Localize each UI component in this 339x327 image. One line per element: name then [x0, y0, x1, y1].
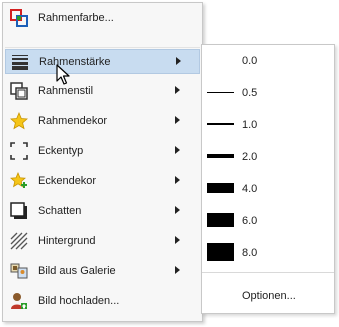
frame-style-icon	[10, 82, 28, 100]
line-sample-icon	[207, 243, 234, 261]
submenu-arrow-icon	[175, 266, 180, 274]
star-plus-icon	[10, 171, 28, 190]
line-weight-option-2[interactable]: 2.0	[202, 144, 334, 169]
menu-item-label: Bild hochladen...	[38, 295, 120, 307]
menu-item-label: Bild aus Galerie	[38, 265, 116, 277]
submenu-arrow-icon	[175, 146, 180, 154]
line-weight-option-6[interactable]: 6.0	[202, 208, 334, 233]
menu-item-upload-image[interactable]: Bild hochladen...	[5, 289, 200, 314]
line-sample-icon	[207, 92, 234, 93]
line-sample-icon	[207, 154, 234, 158]
menu-divider	[5, 47, 200, 48]
line-weight-option-0[interactable]: 0.0	[202, 48, 334, 73]
menu-item-corner-type[interactable]: Eckentyp	[5, 139, 200, 164]
submenu-divider	[202, 272, 334, 273]
menu-item-label: Eckendekor	[38, 175, 97, 187]
menu-item-background[interactable]: Hintergrund	[5, 229, 200, 254]
menu-item-label: Rahmenfarbe...	[38, 12, 114, 24]
line-weight-value: 0.0	[242, 55, 258, 67]
line-sample-icon	[207, 213, 234, 227]
menu-item-frame-color[interactable]: Rahmenfarbe...	[5, 6, 200, 31]
menu-item-line-weight[interactable]: Rahmenstärke	[5, 49, 200, 74]
shadow-icon	[10, 202, 28, 220]
submenu-arrow-icon	[176, 57, 181, 65]
line-weight-value: 8.0	[242, 247, 258, 259]
line-weight-option-1[interactable]: 1.0	[202, 112, 334, 137]
menu-item-label: Eckentyp	[38, 145, 84, 157]
submenu-arrow-icon	[175, 206, 180, 214]
gallery-icon	[10, 262, 28, 280]
menu-item-label: Rahmenstärke	[39, 56, 111, 68]
submenu-arrow-icon	[175, 176, 180, 184]
line-sample-icon	[207, 183, 234, 193]
submenu-arrow-icon	[175, 86, 180, 94]
line-weight-value: 2.0	[242, 151, 258, 163]
menu-item-gallery-image[interactable]: Bild aus Galerie	[5, 259, 200, 284]
line-weight-value: 0.5	[242, 87, 258, 99]
star-icon	[10, 111, 28, 130]
frame-color-icon	[10, 9, 28, 27]
submenu-arrow-icon	[175, 236, 180, 244]
menu-item-label: Rahmendekor	[38, 115, 108, 127]
context-menu: Rahmenfarbe... Rahmenstärke Rahmenstil R…	[2, 2, 203, 322]
line-weight-option-8[interactable]: 8.0	[202, 240, 334, 265]
line-weight-submenu: 0.0 0.5 1.0 2.0 4.0 6.0 8.0 Optionen...	[201, 44, 335, 314]
line-weight-option-4[interactable]: 4.0	[202, 176, 334, 201]
line-weight-option-0-5[interactable]: 0.5	[202, 80, 334, 105]
menu-item-frame-style[interactable]: Rahmenstil	[5, 79, 200, 104]
menu-item-frame-decor[interactable]: Rahmendekor	[5, 109, 200, 134]
submenu-arrow-icon	[175, 116, 180, 124]
line-sample-icon	[207, 123, 234, 125]
menu-item-label: Rahmenstil	[38, 85, 94, 97]
line-weight-value: 6.0	[242, 215, 258, 227]
hatch-icon	[10, 232, 28, 250]
line-weight-value: 1.0	[242, 119, 258, 131]
mouse-cursor-icon	[56, 64, 72, 86]
menu-item-label: Schatten	[38, 205, 82, 217]
menu-item-corner-decor[interactable]: Eckendekor	[5, 169, 200, 194]
line-weight-icon	[11, 53, 29, 71]
menu-item-shadow[interactable]: Schatten	[5, 199, 200, 224]
corner-type-icon	[10, 142, 28, 160]
line-weight-value: 4.0	[242, 183, 258, 195]
upload-user-icon	[10, 292, 28, 310]
menu-item-label: Hintergrund	[38, 235, 96, 247]
options-menu-item[interactable]: Optionen...	[242, 290, 296, 302]
